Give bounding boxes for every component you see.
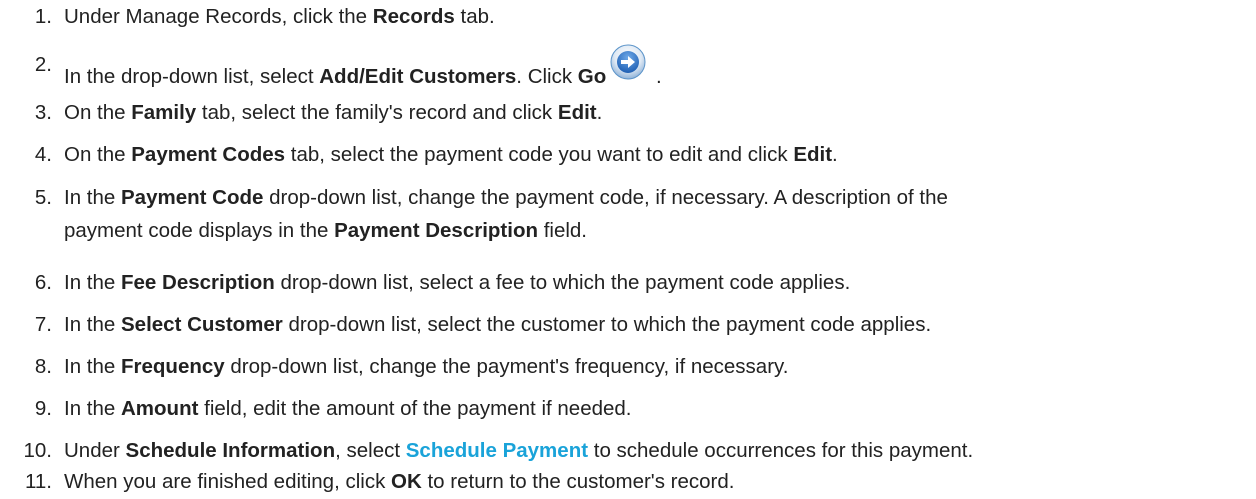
step-number: 4. xyxy=(34,143,52,166)
step-text: In the Frequency drop-down list, change … xyxy=(64,355,789,378)
step-text: Under Manage Records, click the Records … xyxy=(64,5,495,28)
bold-term: Edit xyxy=(793,143,833,166)
step-number: 10. xyxy=(23,439,53,462)
step-number: 6. xyxy=(34,271,52,294)
step-text: On the Payment Codes tab, select the pay… xyxy=(64,143,838,166)
bold-term: Fee Description xyxy=(121,271,275,294)
bold-term: Schedule Information xyxy=(125,439,336,462)
bold-term: Frequency xyxy=(121,355,225,378)
step-text: In the drop-down list, select Add/Edit C… xyxy=(64,44,1256,89)
bold-term: Add/Edit Customers xyxy=(319,65,517,88)
bold-term: Select Customer xyxy=(121,313,283,336)
bold-term: Payment Description xyxy=(334,219,538,242)
step-text: When you are finished editing, click OK … xyxy=(64,470,735,493)
step-text: In the Payment Code drop-down list, chan… xyxy=(64,186,948,242)
bold-term: Amount xyxy=(121,397,199,420)
bold-term: OK xyxy=(391,470,422,493)
bold-term: Edit xyxy=(557,101,597,124)
step-number: 3. xyxy=(34,101,52,124)
step-text: Under Schedule Information, select Sched… xyxy=(64,439,974,462)
step-text: In the Fee Description drop-down list, s… xyxy=(64,271,851,294)
go-arrow-icon xyxy=(610,44,646,80)
step-number: 5. xyxy=(34,186,52,209)
bold-term: Payment Code xyxy=(121,186,264,209)
schedule-payment-link[interactable]: Schedule Payment xyxy=(406,439,588,462)
step-number: 7. xyxy=(34,313,52,336)
step-number: 9. xyxy=(34,397,52,420)
step-text: In the Select Customer drop-down list, s… xyxy=(64,313,932,336)
step-number: 2. xyxy=(34,53,52,76)
bold-term: Records xyxy=(372,5,455,28)
step-number: 8. xyxy=(34,355,52,378)
step-text: In the Amount field, edit the amount of … xyxy=(64,397,632,420)
step-number: 11. xyxy=(25,470,52,493)
bold-term: Family xyxy=(131,101,197,124)
bold-term: Go xyxy=(577,65,607,88)
bold-term: Payment Codes xyxy=(131,143,286,166)
step-text: On the Family tab, select the family's r… xyxy=(64,101,603,124)
step-number: 1. xyxy=(34,5,52,28)
